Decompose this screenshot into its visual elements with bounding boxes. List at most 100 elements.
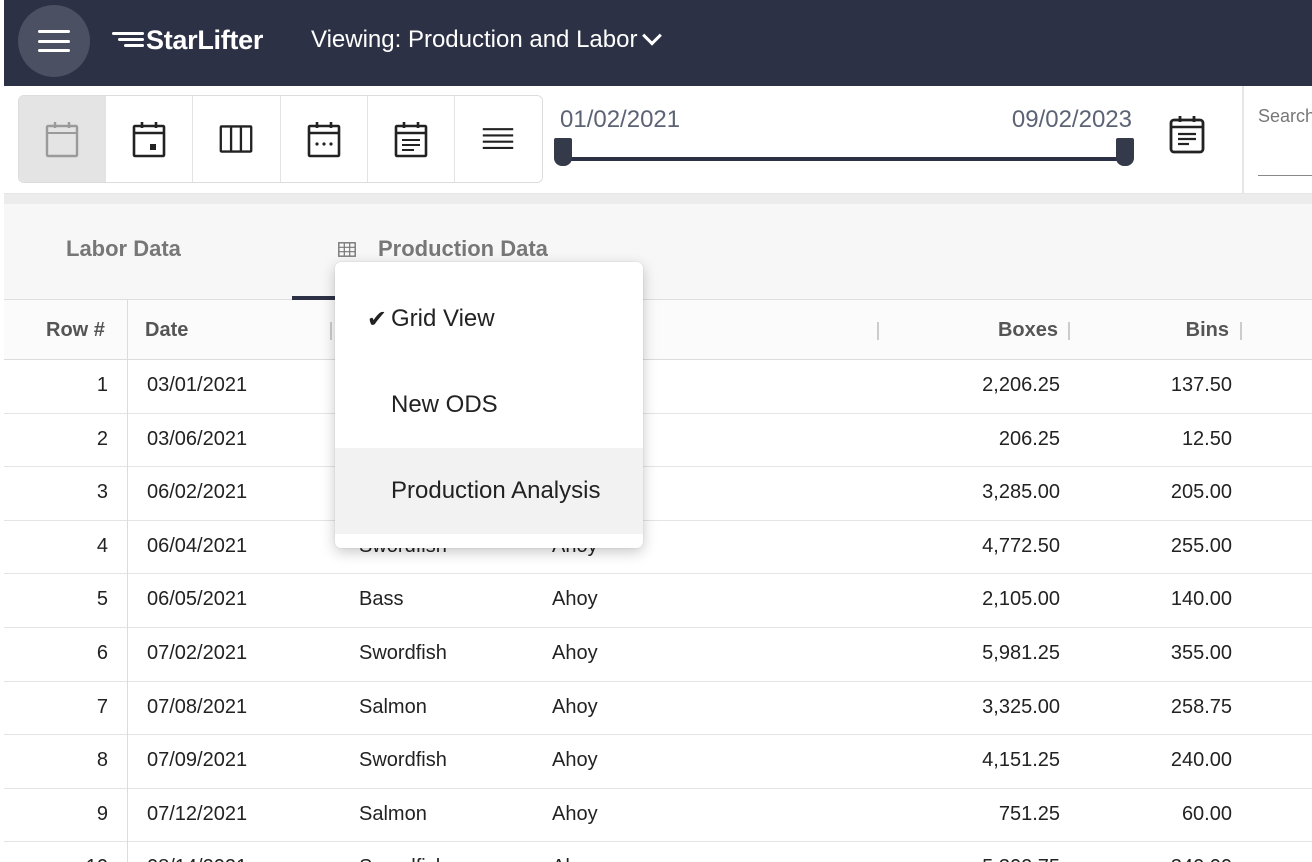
cell-row-number: 5 bbox=[96, 588, 108, 611]
view-day-button[interactable] bbox=[106, 96, 194, 182]
view-list-button[interactable] bbox=[454, 96, 542, 182]
view-options-dropdown: ✔ Grid View New ODS Production Analysis bbox=[335, 262, 643, 548]
calendar-list-icon bbox=[394, 122, 428, 158]
tab-labor-data[interactable]: Labor Data bbox=[66, 236, 181, 262]
viewing-selector[interactable]: Viewing: Production and Labor bbox=[311, 25, 663, 54]
cell-date: 07/12/2021 bbox=[147, 802, 248, 825]
menu-item-label: New ODS bbox=[391, 391, 498, 418]
row-number-divider bbox=[127, 300, 128, 862]
cell-bins: 140.00 bbox=[1170, 588, 1232, 611]
header-date[interactable]: Date bbox=[145, 319, 188, 342]
brand-name: StarLifter bbox=[146, 24, 264, 55]
search-input[interactable]: Search bbox=[1258, 106, 1312, 127]
cell-date: 03/01/2021 bbox=[147, 374, 248, 396]
toolbar: 01/02/2021 09/02/2023 Search bbox=[4, 86, 1312, 194]
brand-logo[interactable]: StarLifter bbox=[112, 24, 263, 56]
header-boxes[interactable]: Boxes bbox=[998, 319, 1058, 342]
column-resize-handle[interactable] bbox=[330, 322, 332, 340]
top-bar: StarLifter Viewing: Production and Labor bbox=[0, 0, 1312, 86]
cell-boxes: 2,206.25 bbox=[982, 374, 1060, 396]
table-row[interactable]: 2 03/06/2021 206.25 12.50 bbox=[4, 414, 1312, 468]
table-row[interactable]: 8 07/09/2021 Swordfish Ahoy 4,151.25 240.00 bbox=[4, 735, 1312, 789]
table-header: Row # Date Boxes Bins bbox=[4, 300, 1312, 360]
search-underline bbox=[1258, 175, 1312, 176]
cell-row-number: 6 bbox=[96, 641, 108, 664]
hamburger-icon bbox=[38, 30, 70, 52]
hamburger-menu-button[interactable] bbox=[18, 5, 90, 77]
calendar-picker-icon[interactable] bbox=[1169, 114, 1205, 154]
production-table: Row # Date Boxes Bins 1 03/01/2021 2,206.2… bbox=[4, 300, 1312, 862]
cell-vendor: Ahoy bbox=[552, 802, 598, 825]
cell-vendor: Ahoy bbox=[552, 749, 598, 772]
table-row[interactable]: 3 06/02/2021 3,285.00 205.00 bbox=[4, 467, 1312, 521]
view-mode-group bbox=[18, 95, 543, 183]
checkmark-icon: ✔ bbox=[366, 305, 387, 333]
section-gap bbox=[4, 194, 1312, 204]
cell-species: Salmon bbox=[359, 802, 427, 825]
view-columns-button[interactable] bbox=[193, 96, 281, 182]
cell-boxes: 2,105.00 bbox=[982, 588, 1060, 611]
table-row[interactable]: 10 08/14/2021 Swordfish Ahoy 5,302.75 340.00 bbox=[4, 842, 1312, 862]
tab-production-data[interactable]: Production Data bbox=[378, 236, 548, 262]
table-row[interactable]: 6 07/02/2021 Swordfish Ahoy 5,981.25 355.00 bbox=[4, 628, 1312, 682]
cell-bins: 258.75 bbox=[1170, 695, 1232, 718]
toolbar-divider bbox=[1242, 86, 1244, 194]
calendar-blank-icon bbox=[45, 122, 79, 158]
view-week-button[interactable] bbox=[280, 96, 368, 182]
cell-vendor: Ahoy bbox=[552, 588, 598, 611]
cell-bins: 355.00 bbox=[1170, 641, 1232, 664]
date-end: 09/02/2023 bbox=[1011, 106, 1132, 133]
cell-vendor: Ahoy bbox=[552, 856, 598, 862]
header-row-number[interactable]: Row # bbox=[46, 319, 105, 342]
cell-row-number: 8 bbox=[96, 749, 108, 772]
viewing-label: Viewing: Production and Labor bbox=[311, 26, 638, 53]
cell-row-number: 2 bbox=[96, 427, 108, 450]
table-row[interactable]: 406/04/2021SwordfishAhoy4,772.50255.00 bbox=[4, 521, 1312, 575]
column-resize-handle[interactable] bbox=[877, 322, 879, 340]
cell-row-number: 9 bbox=[96, 802, 108, 825]
cell-bins: 205.00 bbox=[1170, 481, 1232, 504]
date-range-labels: 01/02/2021 09/02/2023 bbox=[560, 106, 1132, 136]
view-month-button[interactable] bbox=[367, 96, 455, 182]
cell-bins: 340.00 bbox=[1171, 856, 1232, 862]
menu-item-production-analysis[interactable]: Production Analysis bbox=[335, 448, 643, 534]
date-range-end-handle[interactable] bbox=[1116, 138, 1134, 166]
cell-date: 03/06/2021 bbox=[147, 427, 248, 450]
cell-boxes: 4,772.50 bbox=[982, 534, 1060, 557]
table-row[interactable]: 5 06/05/2021 Bass Ahoy 2,105.00 140.00 bbox=[4, 574, 1312, 628]
date-range-start-handle[interactable] bbox=[554, 138, 572, 166]
cell-boxes: 3,285.00 bbox=[982, 481, 1060, 504]
cell-bins: 12.50 bbox=[1181, 427, 1232, 450]
cell-boxes: 5,302.75 bbox=[982, 856, 1060, 862]
column-resize-handle[interactable] bbox=[1068, 322, 1070, 340]
cell-boxes: 4,151.25 bbox=[982, 749, 1060, 772]
cell-row-number: 7 bbox=[96, 695, 108, 718]
cell-row-number: 1 bbox=[96, 374, 108, 396]
cell-vendor: Ahoy bbox=[552, 695, 598, 718]
grid-view-icon[interactable] bbox=[338, 242, 356, 257]
cell-date: 07/09/2021 bbox=[147, 749, 248, 772]
table-row[interactable]: 7 07/08/2021 Salmon Ahoy 3,325.00 258.75 bbox=[4, 682, 1312, 736]
cell-species: Swordfish bbox=[359, 749, 447, 772]
cell-boxes: 206.25 bbox=[998, 427, 1060, 450]
cell-date: 06/04/2021 bbox=[147, 534, 248, 557]
cell-bins: 137.50 bbox=[1170, 374, 1232, 396]
view-blank-calendar-button[interactable] bbox=[19, 96, 107, 182]
menu-item-grid-view[interactable]: ✔ Grid View bbox=[335, 276, 643, 362]
cell-boxes: 3,325.00 bbox=[982, 695, 1060, 718]
menu-item-label: Production Analysis bbox=[391, 477, 601, 504]
header-bins[interactable]: Bins bbox=[1186, 319, 1229, 342]
cell-date: 08/14/2021 bbox=[147, 856, 247, 862]
cell-date: 06/05/2021 bbox=[147, 588, 248, 611]
cell-row-number: 4 bbox=[96, 534, 108, 557]
table-row[interactable]: 9 07/12/2021 Salmon Ahoy 751.25 60.00 bbox=[4, 789, 1312, 843]
menu-item-new-ods[interactable]: New ODS bbox=[335, 362, 643, 448]
date-range-slider-track[interactable] bbox=[562, 157, 1126, 161]
cell-bins: 60.00 bbox=[1181, 802, 1232, 825]
cell-species: Salmon bbox=[359, 695, 427, 718]
table-row[interactable]: 1 03/01/2021 2,206.25 137.50 bbox=[4, 360, 1312, 414]
list-lines-icon bbox=[483, 128, 514, 150]
column-resize-handle[interactable] bbox=[1240, 322, 1242, 340]
chevron-down-icon bbox=[642, 25, 663, 46]
cell-bins: 240.00 bbox=[1170, 749, 1232, 772]
